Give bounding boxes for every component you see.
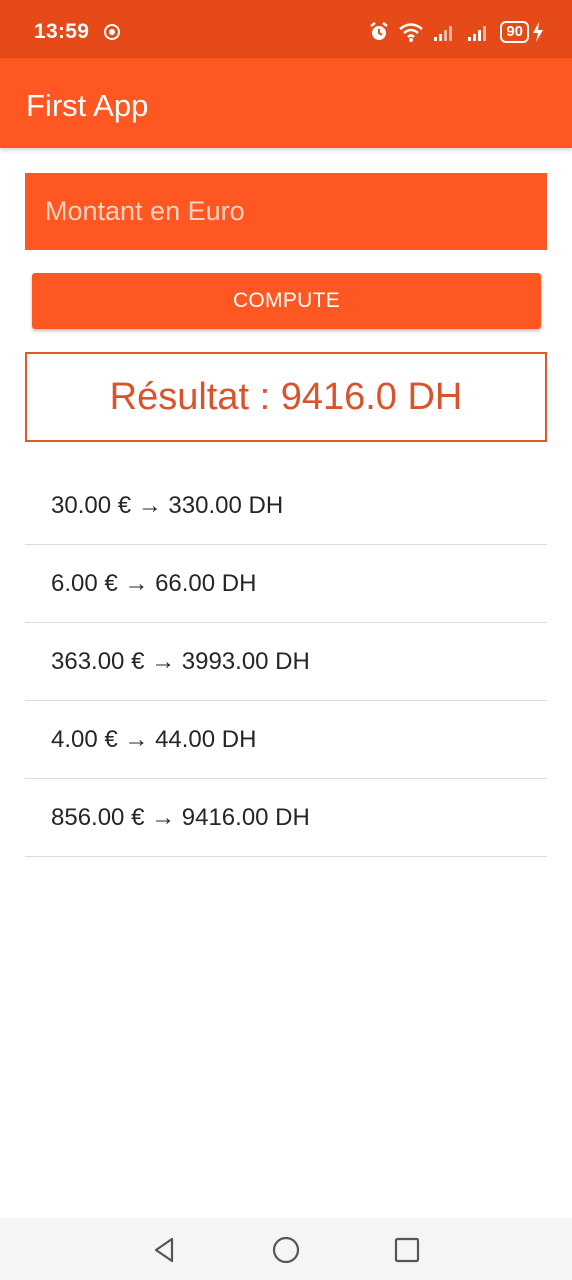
list-item-text: 6.00 € → 66.00 DH [51, 569, 257, 597]
list-item[interactable]: 363.00 € → 3993.00 DH [25, 623, 547, 701]
charging-icon [533, 22, 543, 42]
list-item[interactable]: 4.00 € → 44.00 DH [25, 701, 547, 779]
status-time: 13:59 [34, 20, 90, 43]
signal-icon [468, 26, 487, 41]
list-item-text: 30.00 € → 330.00 DH [51, 491, 284, 519]
conversion-history-list: 30.00 € → 330.00 DH 6.00 € → 66.00 DH 36… [25, 467, 547, 857]
recents-icon[interactable] [392, 1235, 422, 1265]
navigation-bar [0, 1218, 572, 1280]
wifi-icon [399, 23, 424, 42]
list-item-text: 4.00 € → 44.00 DH [51, 725, 257, 753]
list-item[interactable]: 30.00 € → 330.00 DH [25, 467, 547, 545]
whatsapp-icon [104, 24, 120, 40]
signal-icon [434, 26, 453, 41]
result-box: Résultat : 9416.0 DH [25, 352, 547, 442]
battery-level: 90 [500, 21, 529, 43]
app-bar: First App [0, 58, 572, 148]
app-title: First App [26, 88, 149, 123]
home-icon[interactable] [271, 1235, 301, 1265]
back-icon[interactable] [150, 1235, 180, 1265]
list-item-text: 363.00 € → 3993.00 DH [51, 647, 310, 675]
list-item[interactable]: 6.00 € → 66.00 DH [25, 545, 547, 623]
battery-icon: 90 [500, 21, 544, 43]
status-icons: 90 [368, 20, 544, 44]
list-item[interactable]: 856.00 € → 9416.00 DH [25, 779, 547, 857]
status-bar: 13:59 90 [0, 0, 572, 58]
result-text: Résultat : 9416.0 DH [109, 375, 463, 418]
euro-amount-input[interactable] [25, 173, 547, 250]
alarm-icon [370, 22, 389, 40]
compute-button[interactable]: COMPUTE [32, 273, 541, 329]
list-item-text: 856.00 € → 9416.00 DH [51, 803, 310, 831]
